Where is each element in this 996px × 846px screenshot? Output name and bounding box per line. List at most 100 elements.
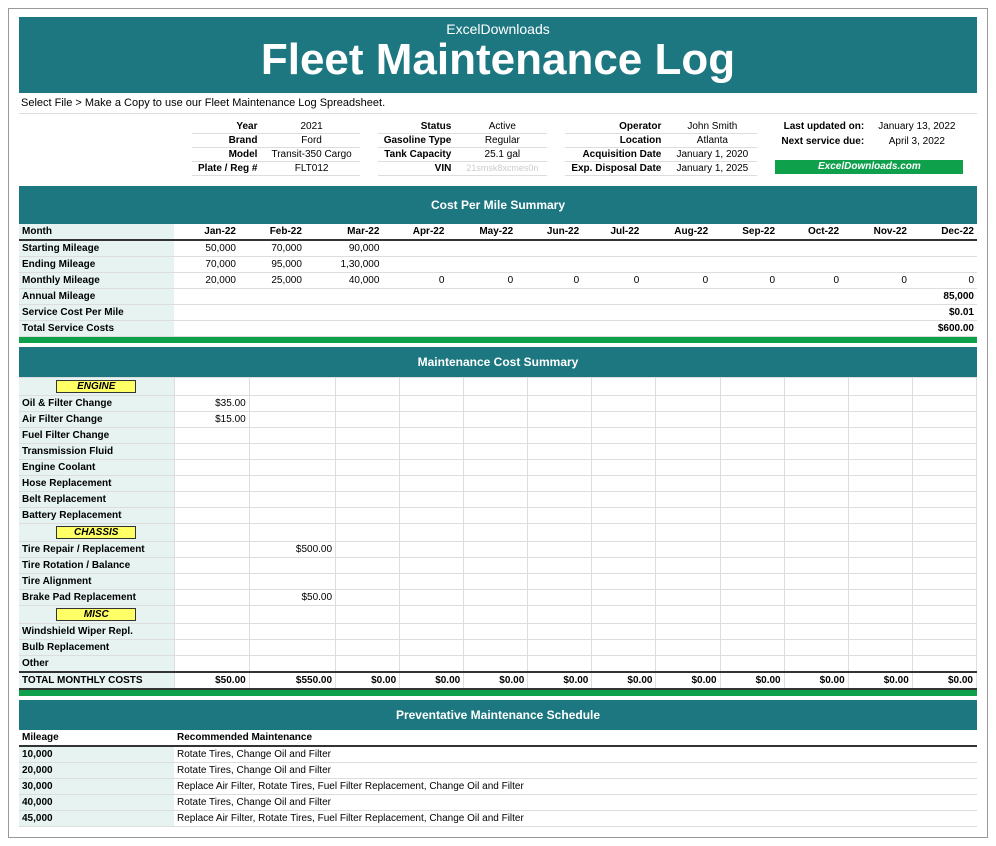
cost-cell[interactable] <box>912 412 976 428</box>
cost-cell[interactable] <box>464 396 528 412</box>
cost-cell[interactable] <box>400 590 464 606</box>
cost-cell[interactable] <box>784 428 848 444</box>
cost-cell[interactable] <box>400 492 464 508</box>
cost-cell[interactable] <box>336 640 400 656</box>
cost-cell[interactable] <box>400 428 464 444</box>
cost-cell[interactable] <box>848 656 912 673</box>
cost-cell[interactable] <box>656 574 720 590</box>
cost-cell[interactable] <box>848 412 912 428</box>
cost-cell[interactable] <box>174 656 249 673</box>
vin-value[interactable]: 21smsk8xcmes0n <box>457 162 547 176</box>
cost-cell[interactable] <box>400 476 464 492</box>
cost-cell[interactable] <box>528 476 592 492</box>
cost-cell[interactable] <box>336 476 400 492</box>
cost-cell[interactable] <box>784 640 848 656</box>
cost-cell[interactable] <box>400 396 464 412</box>
cost-cell[interactable] <box>656 444 720 460</box>
cost-cell[interactable] <box>592 508 656 524</box>
cost-cell[interactable] <box>249 412 335 428</box>
cost-cell[interactable] <box>784 574 848 590</box>
cost-cell[interactable] <box>174 542 249 558</box>
cost-cell[interactable] <box>592 492 656 508</box>
cost-cell[interactable] <box>336 396 400 412</box>
cost-cell[interactable] <box>720 412 784 428</box>
cost-cell[interactable]: $50.00 <box>249 590 335 606</box>
next-service-value[interactable]: April 3, 2022 <box>870 135 963 150</box>
cost-cell[interactable] <box>912 444 976 460</box>
cost-cell[interactable]: $35.00 <box>174 396 249 412</box>
cost-cell[interactable] <box>720 574 784 590</box>
cost-cell[interactable] <box>400 656 464 673</box>
cost-cell[interactable] <box>592 624 656 640</box>
cost-cell[interactable] <box>848 640 912 656</box>
cost-cell[interactable] <box>400 640 464 656</box>
cost-cell[interactable] <box>656 412 720 428</box>
cost-cell[interactable] <box>784 624 848 640</box>
cost-cell[interactable] <box>400 444 464 460</box>
pm-mileage[interactable]: 40,000 <box>19 795 174 811</box>
cost-cell[interactable] <box>464 542 528 558</box>
cost-cell[interactable] <box>912 624 976 640</box>
cost-cell[interactable] <box>528 492 592 508</box>
plate-value[interactable]: FLT012 <box>263 162 359 176</box>
cost-cell[interactable] <box>464 460 528 476</box>
cost-cell[interactable] <box>912 542 976 558</box>
cost-cell[interactable] <box>336 412 400 428</box>
cost-cell[interactable] <box>912 476 976 492</box>
cost-cell[interactable] <box>656 542 720 558</box>
cost-cell[interactable] <box>528 574 592 590</box>
cost-cell[interactable] <box>912 558 976 574</box>
cost-cell[interactable] <box>656 508 720 524</box>
cost-cell[interactable] <box>720 444 784 460</box>
pm-recommendation[interactable]: Replace Air Filter, Rotate Tires, Fuel F… <box>174 779 977 795</box>
cost-cell[interactable] <box>848 624 912 640</box>
cost-cell[interactable] <box>249 460 335 476</box>
cost-cell[interactable] <box>336 656 400 673</box>
cost-cell[interactable] <box>656 656 720 673</box>
pm-recommendation[interactable]: Replace Air Filter, Rotate Tires, Fuel F… <box>174 811 977 827</box>
cost-cell[interactable] <box>656 460 720 476</box>
cost-cell[interactable] <box>656 590 720 606</box>
cost-cell[interactable] <box>400 558 464 574</box>
cost-cell[interactable]: $15.00 <box>174 412 249 428</box>
cost-cell[interactable] <box>528 460 592 476</box>
cost-cell[interactable] <box>592 412 656 428</box>
cost-cell[interactable] <box>720 396 784 412</box>
cost-cell[interactable] <box>848 590 912 606</box>
cost-cell[interactable] <box>249 476 335 492</box>
cost-cell[interactable] <box>848 492 912 508</box>
cost-cell[interactable] <box>912 428 976 444</box>
cost-cell[interactable] <box>592 656 656 673</box>
cost-cell[interactable] <box>784 492 848 508</box>
cost-cell[interactable] <box>336 542 400 558</box>
cost-cell[interactable] <box>720 428 784 444</box>
cost-cell[interactable] <box>656 624 720 640</box>
cost-cell[interactable] <box>400 460 464 476</box>
cost-cell[interactable] <box>174 476 249 492</box>
cost-cell[interactable] <box>784 508 848 524</box>
cost-cell[interactable] <box>592 460 656 476</box>
cost-cell[interactable] <box>400 508 464 524</box>
cost-cell[interactable] <box>592 428 656 444</box>
cost-cell[interactable] <box>848 460 912 476</box>
cost-cell[interactable] <box>720 640 784 656</box>
cost-cell[interactable] <box>174 460 249 476</box>
cost-cell[interactable] <box>336 444 400 460</box>
site-link[interactable]: ExcelDownloads.com <box>775 160 963 174</box>
cost-cell[interactable] <box>784 460 848 476</box>
cost-cell[interactable] <box>784 444 848 460</box>
cost-cell[interactable] <box>784 558 848 574</box>
cost-cell[interactable] <box>912 508 976 524</box>
cost-cell[interactable] <box>592 444 656 460</box>
cost-cell[interactable] <box>249 428 335 444</box>
cost-cell[interactable] <box>464 412 528 428</box>
cost-cell[interactable] <box>848 558 912 574</box>
cost-cell[interactable] <box>784 542 848 558</box>
cost-cell[interactable] <box>464 508 528 524</box>
cost-cell[interactable] <box>528 396 592 412</box>
cost-cell[interactable] <box>720 460 784 476</box>
cost-cell[interactable] <box>464 428 528 444</box>
cost-cell[interactable] <box>174 508 249 524</box>
cost-cell[interactable] <box>784 476 848 492</box>
updated-value[interactable]: January 13, 2022 <box>870 120 963 135</box>
